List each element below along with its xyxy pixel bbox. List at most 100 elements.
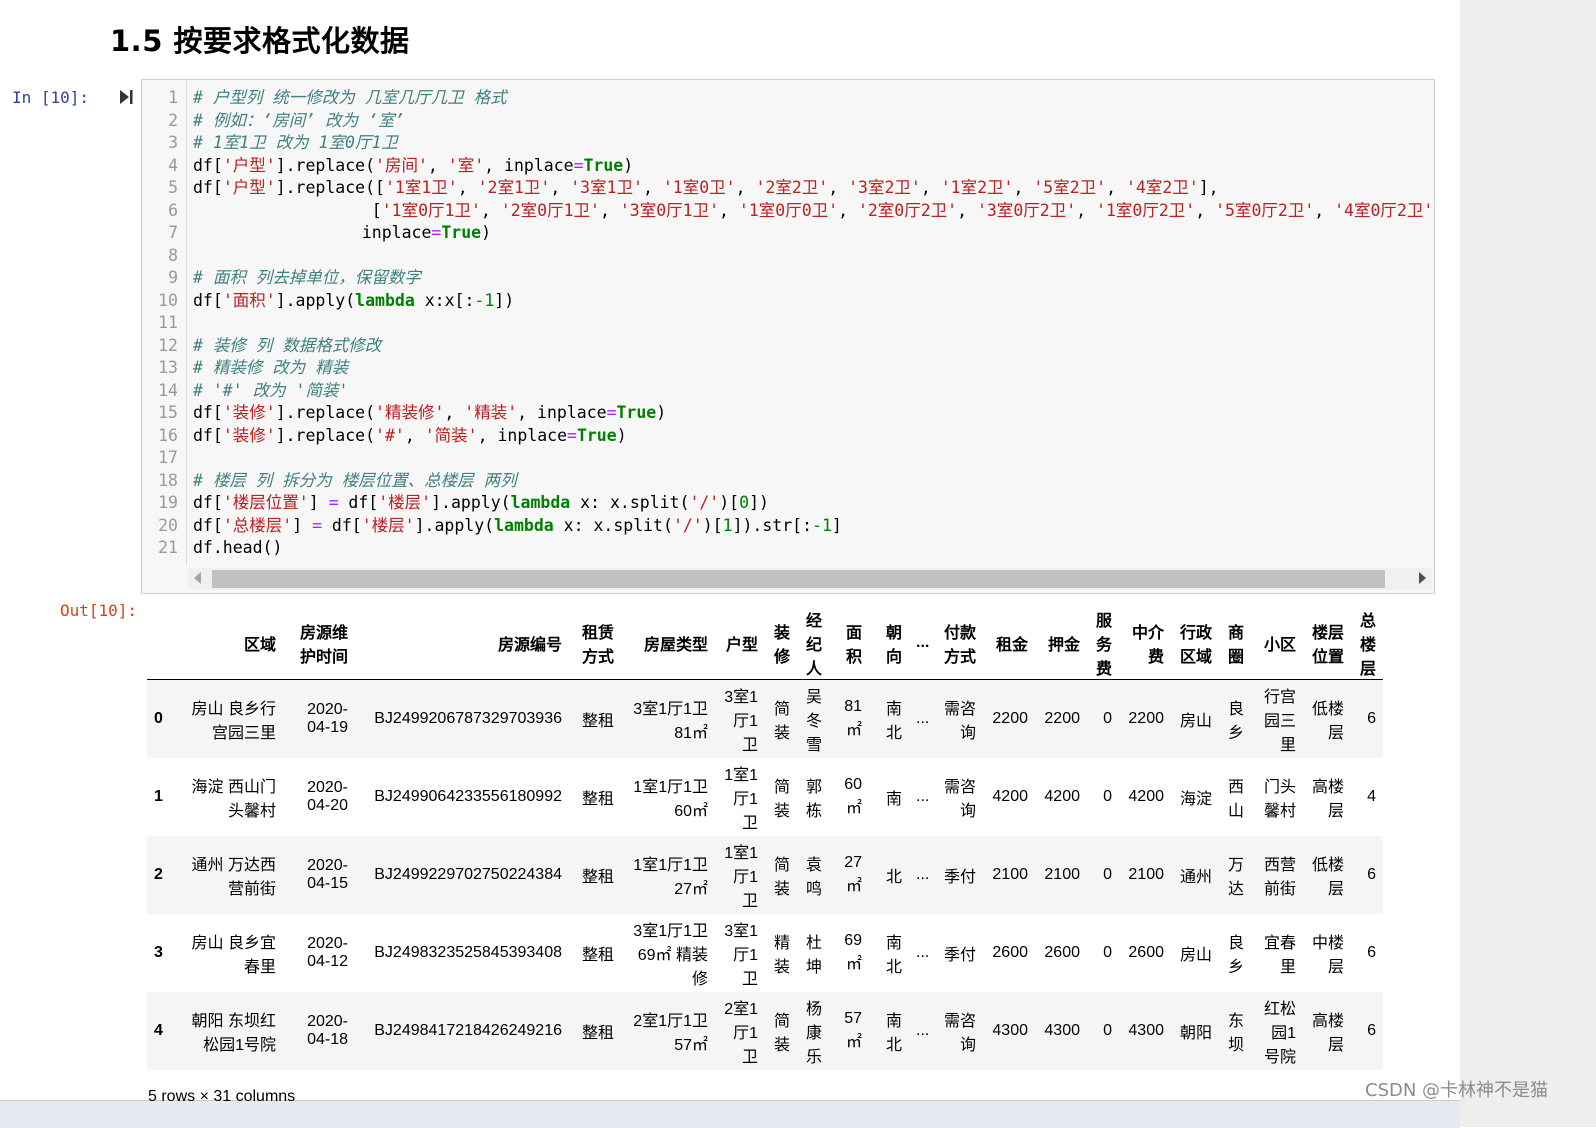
line-number: 2 (168, 110, 178, 130)
line-number: 9 (168, 268, 178, 287)
table-cell: 季付 (943, 868, 976, 886)
code-line[interactable]: 19 df['楼层位置'] = df['楼层'].apply(lambda x: … (142, 492, 1434, 515)
line-number: 4 (168, 155, 178, 175)
table-row: 4 朝阳 东坝红松园1号院 2020-04-18 BJ2498417218426249… (147, 991, 1383, 1070)
table-cell: BJ2499206787329703936 (374, 709, 562, 727)
table-cell: 1室1厅1卫 (724, 844, 758, 910)
code-text: # '#' 改为 '简装' (193, 380, 349, 400)
row-index: 1 (154, 787, 163, 805)
table-cell: BJ2498323525845393408 (374, 943, 562, 961)
table-cell: 简装 (773, 856, 790, 898)
table-cell: 4 (1367, 787, 1376, 805)
scroll-left-arrow-icon[interactable] (194, 572, 201, 584)
table-cell: 81㎡ (844, 697, 862, 739)
code-line[interactable]: 11 (142, 312, 1434, 335)
table-cell: 简装 (773, 778, 790, 820)
table-cell: 2100 (1044, 865, 1080, 883)
table-cell: 2600 (1128, 943, 1164, 961)
table-cell: 简装 (773, 700, 790, 742)
scroll-right-arrow-icon[interactable] (1419, 572, 1426, 584)
code-line[interactable]: 2 # 例如：‘房间’ 改为 ‘室’ (142, 110, 1434, 133)
line-number: 18 (158, 470, 178, 490)
code-line[interactable]: 9 # 面积 列去掉单位，保留数字 (142, 267, 1434, 290)
code-line[interactable]: 13 # 精装修 改为 精装 (142, 357, 1434, 380)
line-number: 3 (168, 133, 178, 152)
column-header: 区域 (179, 607, 283, 680)
code-line[interactable]: 1 # 户型列 统一修改为 几室几厅几卫 格式 (142, 87, 1434, 110)
code-text: # 例如：‘房间’ 改为 ‘室’ (193, 110, 405, 130)
code-editor[interactable]: 1 # 户型列 统一修改为 几室几厅几卫 格式 2 # 例如：‘房间’ 改为 ‘室’ 3… (142, 87, 1434, 560)
table-cell: 袁鸣 (805, 856, 822, 898)
line-number: 7 (168, 223, 178, 242)
column-header: 房屋类型 (621, 607, 715, 680)
table-cell: 红松园1号院 (1263, 1000, 1296, 1066)
code-line[interactable]: 7 inplace=True) (142, 222, 1434, 245)
table-cell: 6 (1367, 865, 1376, 883)
table-cell: 1室1厅1卫 27㎡ (633, 856, 708, 898)
column-header: 押金 (1035, 607, 1087, 680)
line-number: 8 (168, 245, 178, 265)
table-cell: 简装 (773, 1012, 790, 1054)
code-line[interactable]: 3 # 1室1卫 改为 1室0厅1卫 (142, 132, 1434, 155)
table-cell: 万达 (1227, 856, 1244, 898)
code-text: df['装修'].replace('精装修', '精装', inplace=Tr… (193, 403, 667, 422)
table-cell: 精装 (773, 934, 790, 976)
code-text: # 楼层 列 拆分为 楼层位置、总楼层 两列 (193, 470, 517, 490)
table-cell: 2020-04-20 (307, 778, 348, 814)
code-text: df['总楼层'] = df['楼层'].apply(lambda x: x.s… (193, 515, 842, 535)
line-number: 16 (158, 425, 178, 445)
line-number: 14 (158, 380, 178, 400)
scrollbar-thumb[interactable] (212, 570, 1385, 588)
column-header: 经纪人 (797, 607, 829, 680)
code-text: df['户型'].replace(['1室1卫', '2室1卫', '3室1卫'… (193, 178, 1219, 197)
horizontal-scrollbar[interactable] (188, 568, 1432, 590)
table-cell: 2室1厅1卫 (724, 1000, 758, 1066)
code-line[interactable]: 21 df.head() (142, 537, 1434, 560)
table-cell: 2020-04-19 (307, 700, 348, 736)
run-cell-icon[interactable] (118, 88, 134, 106)
column-header: 装修 (765, 607, 797, 680)
watermark: CSDN @卡林神不是猫 (1365, 1080, 1549, 1101)
table-cell: 6 (1367, 1021, 1376, 1039)
table-cell: 季付 (943, 946, 976, 964)
table-cell: 2200 (992, 709, 1028, 727)
code-line[interactable]: 18 # 楼层 列 拆分为 楼层位置、总楼层 两列 (142, 470, 1434, 493)
code-line[interactable]: 8 (142, 245, 1434, 268)
code-line[interactable]: 17 (142, 447, 1434, 470)
table-cell: 1室1厅1卫 60㎡ (633, 778, 708, 820)
right-gutter (1460, 0, 1596, 1127)
table-cell: 3室1厅1卫 69㎡ 精装修 (633, 922, 708, 988)
code-line[interactable]: 16 df['装修'].replace('#', '简装', inplace=Tr… (142, 425, 1434, 448)
table-cell: 1室1厅1卫 (724, 766, 758, 832)
table-cell: 57㎡ (844, 1009, 862, 1051)
code-text: # 装修 列 数据格式修改 (193, 335, 382, 355)
code-cell[interactable]: 1 # 户型列 统一修改为 几室几厅几卫 格式 2 # 例如：‘房间’ 改为 ‘室’ 3… (141, 79, 1435, 594)
code-text: df['户型'].replace('房间', '室', inplace=True… (193, 155, 634, 175)
table-cell: 6 (1367, 943, 1376, 961)
table-cell: 整租 (581, 1024, 614, 1042)
table-cell: 0 (1103, 943, 1112, 961)
table-cell: 整租 (581, 946, 614, 964)
table-cell: 69㎡ (844, 931, 862, 973)
code-text: ['1室0厅1卫', '2室0厅1卫', '3室0厅1卫', '1室0厅0卫',… (193, 200, 1434, 220)
table-cell: 60㎡ (844, 775, 862, 817)
code-line[interactable]: 20 df['总楼层'] = df['楼层'].apply(lambda x: x… (142, 515, 1434, 538)
table-cell: 整租 (581, 868, 614, 886)
row-index: 4 (154, 1021, 163, 1039)
table-cell: 低楼层 (1311, 856, 1344, 898)
column-header: 付款方式 (935, 607, 983, 680)
section-heading: 1.5 按要求格式化数据 (110, 24, 410, 58)
column-header (147, 607, 179, 680)
line-number: 15 (158, 403, 178, 422)
code-line[interactable]: 6 ['1室0厅1卫', '2室0厅1卫', '3室0厅1卫', '1室0厅0卫… (142, 200, 1434, 223)
table-row: 2 通州 万达西营前街 2020-04-15 BJ249922970275022438… (147, 835, 1383, 914)
code-line[interactable]: 10 df['面积'].apply(lambda x:x[:-1]) (142, 290, 1434, 313)
table-row: 0 房山 良乡行宫园三里 2020-04-19 BJ24992067873297039… (147, 679, 1383, 758)
code-line[interactable]: 5 df['户型'].replace(['1室1卫', '2室1卫', '3室1卫… (142, 177, 1434, 200)
code-line[interactable]: 4 df['户型'].replace('房间', '室', inplace=Tru… (142, 155, 1434, 178)
code-line[interactable]: 12 # 装修 列 数据格式修改 (142, 335, 1434, 358)
column-header: 房源编号 (355, 607, 569, 680)
code-line[interactable]: 15 df['装修'].replace('精装修', '精装', inplace=… (142, 402, 1434, 425)
table-cell: 2020-04-15 (307, 856, 348, 892)
code-line[interactable]: 14 # '#' 改为 '简装' (142, 380, 1434, 403)
